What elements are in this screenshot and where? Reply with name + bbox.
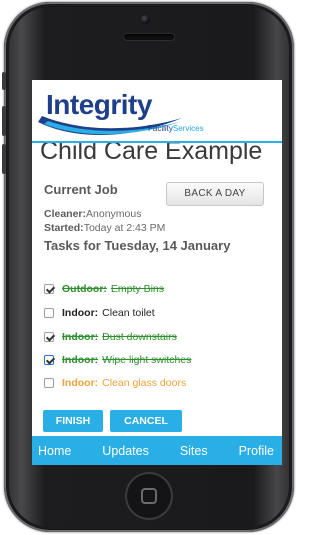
integrity-logo: Integrity FacilityServices	[32, 80, 282, 146]
home-square-icon	[141, 488, 157, 504]
volume-down-button	[2, 144, 6, 174]
task-checkbox[interactable]	[44, 284, 54, 294]
bottom-nav: Home Updates Sites Profile	[32, 436, 282, 465]
front-camera	[141, 15, 150, 24]
header-divider	[32, 141, 282, 143]
current-job-title: Current Job	[44, 182, 118, 197]
brand-tagline: FacilityServices	[148, 124, 204, 133]
back-a-day-button[interactable]: BACK A DAY	[166, 182, 264, 206]
tasks-heading: Tasks for Tuesday, 14 January	[44, 238, 231, 253]
task-item[interactable]: Indoor: Clean toilet	[44, 306, 155, 320]
nav-home[interactable]: Home	[38, 444, 71, 458]
nav-profile[interactable]: Profile	[239, 444, 274, 458]
phone-frame: Integrity FacilityServices Child Care Ex…	[2, 2, 294, 532]
finish-button[interactable]: FINISH	[43, 410, 103, 432]
volume-up-button	[2, 106, 6, 136]
cancel-button[interactable]: CANCEL	[110, 410, 182, 432]
started-info: Started:Today at 2:43 PM	[44, 222, 166, 234]
task-checkbox[interactable]	[44, 332, 54, 342]
task-item[interactable]: Indoor: Dust downstairs	[44, 330, 177, 344]
task-item[interactable]: Outdoor: Empty Bins	[44, 282, 164, 296]
task-item[interactable]: Indoor: Wipe light switches	[44, 353, 191, 367]
nav-updates[interactable]: Updates	[102, 444, 149, 458]
app-screen: Integrity FacilityServices Child Care Ex…	[32, 80, 282, 465]
cleaner-info: Cleaner:Anonymous	[44, 208, 142, 220]
task-item[interactable]: Indoor: Clean glass doors	[44, 376, 186, 390]
task-checkbox[interactable]	[44, 355, 54, 365]
earpiece-speaker	[124, 34, 174, 40]
home-button[interactable]	[125, 472, 173, 520]
brand-name: Integrity	[46, 89, 152, 120]
task-checkbox[interactable]	[44, 308, 54, 318]
nav-sites[interactable]: Sites	[180, 444, 208, 458]
mute-switch	[2, 72, 6, 90]
task-checkbox[interactable]	[44, 378, 54, 388]
